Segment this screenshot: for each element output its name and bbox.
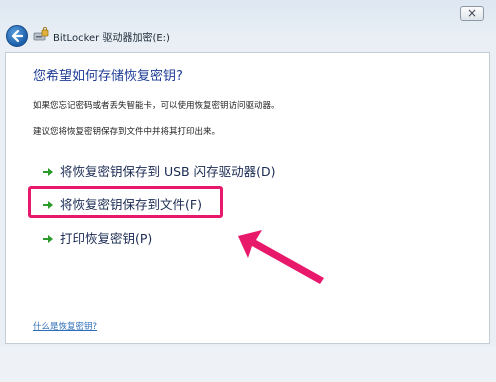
- description-text: 如果您忘记密码或者丢失智能卡，可以使用恢复密钥访问驱动器。: [33, 101, 280, 111]
- option-label: 打印恢复密钥(P): [60, 231, 153, 246]
- footer-bar: [0, 346, 496, 382]
- highlight-box: [28, 186, 223, 218]
- back-button[interactable]: [6, 25, 28, 47]
- option-label: 将恢复密钥保存到 USB 闪存驱动器(D): [60, 164, 276, 179]
- window-title: BitLocker 驱动器加密(E:): [53, 33, 170, 44]
- green-arrow-icon: [43, 235, 53, 243]
- content-panel: 您希望如何存储恢复密钥? 如果您忘记密码或者丢失智能卡，可以使用恢复密钥访问驱动…: [5, 52, 490, 344]
- bitlocker-drive-icon: [33, 27, 49, 41]
- recommendation-text: 建议您将恢复密钥保存到文件中并将其打印出来。: [33, 127, 221, 137]
- wizard-window: × BitLocker 驱动器加密(E:) 您希望如何存储恢复密钥? 如果您忘记…: [0, 0, 496, 382]
- page-heading: 您希望如何存储恢复密钥?: [33, 69, 183, 84]
- back-arrow-icon: [11, 29, 24, 43]
- close-icon: ×: [466, 6, 478, 20]
- recovery-key-help-link[interactable]: 什么是恢复密钥?: [33, 320, 97, 332]
- annotation-arrow-icon: [238, 230, 324, 284]
- green-arrow-icon: [43, 168, 53, 176]
- title-bar: BitLocker 驱动器加密(E:): [0, 22, 496, 50]
- close-button[interactable]: ×: [460, 6, 484, 21]
